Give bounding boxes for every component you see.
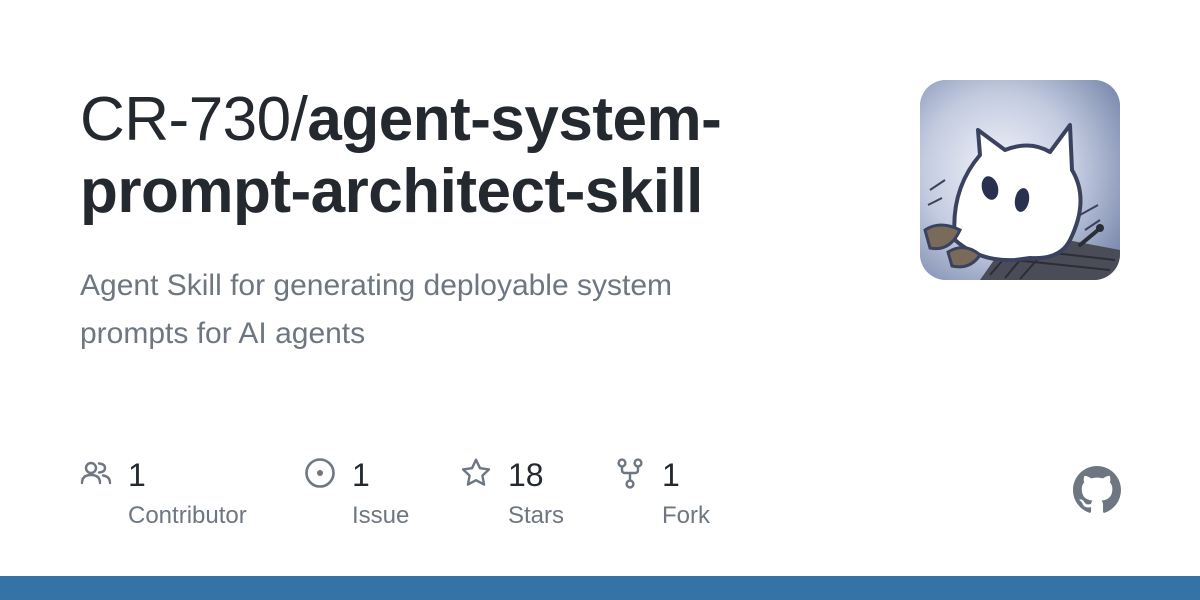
description-line2: prompts for AI agents bbox=[80, 317, 366, 350]
contributors-count: 1 bbox=[128, 457, 146, 493]
github-mark-icon[interactable] bbox=[1073, 466, 1121, 514]
star-icon bbox=[461, 458, 491, 486]
forks-count: 1 bbox=[662, 457, 680, 493]
contributors-label: Contributor bbox=[128, 502, 247, 529]
language-bar bbox=[0, 576, 1200, 600]
contributors-icon bbox=[80, 461, 112, 485]
cat-avatar-image bbox=[920, 80, 1120, 280]
issues-label: Issue bbox=[352, 502, 410, 529]
fork-icon bbox=[617, 458, 643, 489]
description-line1: Agent Skill for generating deployable sy… bbox=[80, 269, 673, 302]
repo-title[interactable]: CR-730/agent-system- prompt-architect-sk… bbox=[80, 84, 880, 228]
issue-icon bbox=[305, 458, 335, 488]
repo-name-line1[interactable]: agent-system- bbox=[307, 85, 721, 154]
repo-owner[interactable]: CR-730/ bbox=[80, 85, 308, 154]
repo-avatar bbox=[920, 80, 1120, 280]
forks-label: Fork bbox=[662, 502, 710, 529]
issues-count: 1 bbox=[352, 457, 370, 493]
repo-description: Agent Skill for generating deployable sy… bbox=[80, 262, 800, 358]
repo-name-line2[interactable]: prompt-architect-skill bbox=[80, 157, 703, 226]
stars-count: 18 bbox=[508, 457, 544, 493]
stars-label: Stars bbox=[508, 502, 565, 529]
